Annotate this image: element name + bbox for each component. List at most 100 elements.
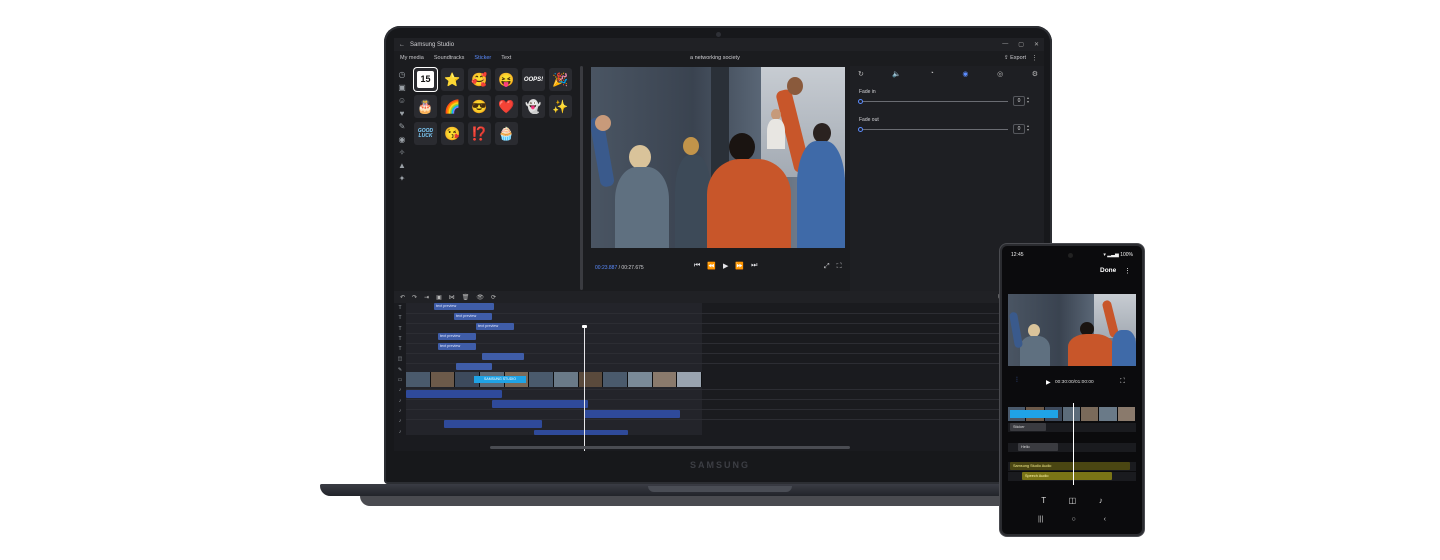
speed-icon[interactable]: ◔ — [930, 70, 934, 78]
undo-icon[interactable]: ↶ — [400, 294, 405, 301]
play-icon[interactable]: ▶ — [723, 262, 728, 270]
fade-out-slider[interactable] — [858, 127, 1008, 132]
heart-category-icon[interactable]: ♥ — [400, 109, 405, 118]
minimize-icon[interactable]: — — [1002, 41, 1008, 48]
sticker-rainbow[interactable]: 🌈 — [441, 95, 464, 118]
prev-frame-icon[interactable]: ⏪ — [707, 262, 716, 270]
maximize-icon[interactable]: ▢ — [1018, 41, 1024, 48]
delete-icon[interactable]: 🗑 — [462, 294, 470, 301]
sticker-15-label: 15 — [417, 71, 434, 88]
split-icon[interactable]: ⇥ — [424, 294, 429, 301]
rotate-icon[interactable]: ↻ — [858, 70, 864, 78]
sticker-kiss-face[interactable]: 😘 — [441, 122, 464, 145]
audio-clip[interactable] — [534, 430, 628, 435]
timeline-scrollbar[interactable] — [490, 446, 850, 449]
sticker-sunglasses[interactable]: 😎 — [468, 95, 491, 118]
sticker-party-popper[interactable]: 🎉 — [549, 68, 572, 91]
recents-icon[interactable]: ||| — [1038, 516, 1043, 523]
crop-icon[interactable]: ▣ — [436, 294, 442, 301]
sticker-star[interactable]: ⭐ — [441, 68, 464, 91]
badge-category-icon[interactable]: ▣ — [398, 83, 406, 92]
fade-out-knob[interactable] — [858, 127, 863, 132]
sticker-ghost[interactable]: 👻 — [522, 95, 545, 118]
phone-video-preview[interactable] — [1008, 294, 1136, 366]
sticker-panel-scrollbar[interactable] — [580, 66, 583, 290]
fade-out-value[interactable]: 0 — [1013, 124, 1025, 134]
filter-icon[interactable]: ◎ — [997, 70, 1003, 78]
skip-end-icon[interactable]: ⏭ — [751, 262, 757, 270]
sticker-clip[interactable] — [482, 353, 524, 360]
effect-clip[interactable] — [456, 363, 492, 370]
play-icon[interactable]: ▶ — [1046, 379, 1051, 386]
tab-sticker[interactable]: Sticker — [474, 55, 491, 61]
trim-icon[interactable]: ⋈ — [449, 294, 455, 301]
fade-in-knob[interactable] — [858, 99, 863, 104]
visibility-icon[interactable]: 👁 — [476, 294, 484, 301]
tab-soundtracks[interactable]: Soundtracks — [434, 55, 465, 61]
settings-icon[interactable]: ⚙ — [1032, 70, 1038, 78]
sticker-cake[interactable]: 🎂 — [414, 95, 437, 118]
text-clip[interactable]: text preview — [438, 343, 476, 350]
cake-category-icon[interactable]: ▲ — [398, 161, 406, 170]
fullscreen-icon[interactable]: ⛶ — [837, 263, 842, 271]
fade-out-stepper[interactable]: ▴ ▾ — [1027, 124, 1029, 132]
back-arrow-icon[interactable]: ← — [399, 42, 405, 48]
video-preview[interactable] — [591, 67, 845, 248]
fullscreen-icon[interactable]: ⛶ — [1120, 378, 1125, 386]
sticker-heart-face[interactable]: 🥰 — [468, 68, 491, 91]
audio-clip[interactable] — [492, 400, 588, 408]
fade-in-stepper[interactable]: ▴ ▾ — [1027, 96, 1029, 104]
recent-icon[interactable]: ◷ — [399, 70, 406, 79]
sparkle-category-icon[interactable]: ✦ — [399, 174, 406, 183]
tab-my-media[interactable]: My media — [400, 55, 424, 61]
sticker-15-badge[interactable]: 15 — [414, 68, 437, 91]
text-chip[interactable]: Hello — [1018, 443, 1058, 451]
timeline-playhead[interactable] — [584, 326, 585, 451]
playhead-handle[interactable] — [582, 325, 587, 328]
sticker-good-luck[interactable]: GOOD LUCK — [414, 122, 437, 145]
audio-clip[interactable] — [584, 410, 680, 418]
tab-text[interactable]: Text — [501, 55, 511, 61]
speech-audio-chip[interactable]: Speech Audio — [1022, 472, 1112, 480]
back-icon[interactable]: ‹ — [1104, 516, 1106, 523]
audio-tool-icon[interactable]: ♪ — [1099, 496, 1103, 505]
fit-icon[interactable]: ⤢ — [824, 263, 830, 271]
sticker-heart[interactable]: ❤️ — [495, 95, 518, 118]
party-category-icon[interactable]: ✧ — [399, 148, 406, 157]
volume-icon[interactable]: 🔈 — [892, 70, 901, 78]
redo-icon[interactable]: ↷ — [412, 294, 417, 301]
text-clip[interactable]: text preview — [434, 303, 494, 310]
text-clip[interactable]: text preview — [454, 313, 492, 320]
studio-audio-chip[interactable]: Samsung Studio Audio — [1010, 462, 1130, 470]
video-filmstrip[interactable] — [406, 372, 702, 387]
text-category-icon[interactable]: ✎ — [399, 122, 406, 131]
sticker-tongue-face[interactable]: 😝 — [495, 68, 518, 91]
skip-start-icon[interactable]: ⏮ — [694, 262, 700, 270]
fade-icon[interactable]: ◉ — [962, 70, 968, 78]
emoji-category-icon[interactable]: ☺ — [398, 96, 406, 105]
face-category-icon[interactable]: ◉ — [399, 135, 406, 144]
more-menu-icon[interactable]: ⋮ — [1124, 267, 1131, 275]
export-button[interactable]: ⇪ Export — [1004, 55, 1026, 61]
sticker-tool-icon[interactable]: ◫ — [1069, 496, 1077, 505]
more-menu-icon[interactable]: ⋮ — [1031, 54, 1038, 62]
phone-playhead[interactable] — [1073, 403, 1074, 485]
text-tool-icon[interactable]: T — [1041, 496, 1046, 505]
home-icon[interactable]: ○ — [1071, 516, 1075, 523]
sticker-cupcake[interactable]: 🧁 — [495, 122, 518, 145]
sticker-sparkles[interactable]: ✨ — [549, 95, 572, 118]
sticker-oops[interactable]: OOPS! — [522, 68, 545, 91]
sticker-chip[interactable]: Sticker — [1010, 423, 1046, 431]
text-clip[interactable]: text preview — [438, 333, 476, 340]
audio-waveform-icon[interactable]: ⫶ — [1016, 377, 1018, 385]
close-icon[interactable]: ✕ — [1034, 41, 1039, 48]
fade-in-value[interactable]: 0 — [1013, 96, 1025, 106]
loop-icon[interactable]: ⟳ — [491, 294, 496, 301]
audio-clip[interactable] — [406, 390, 502, 398]
next-frame-icon[interactable]: ⏩ — [735, 262, 744, 270]
sticker-interrobang[interactable]: ⁉️ — [468, 122, 491, 145]
done-button[interactable]: Done — [1100, 267, 1116, 274]
text-clip[interactable]: text preview — [476, 323, 514, 330]
fade-in-slider[interactable] — [858, 99, 1008, 104]
audio-clip[interactable] — [444, 420, 542, 428]
